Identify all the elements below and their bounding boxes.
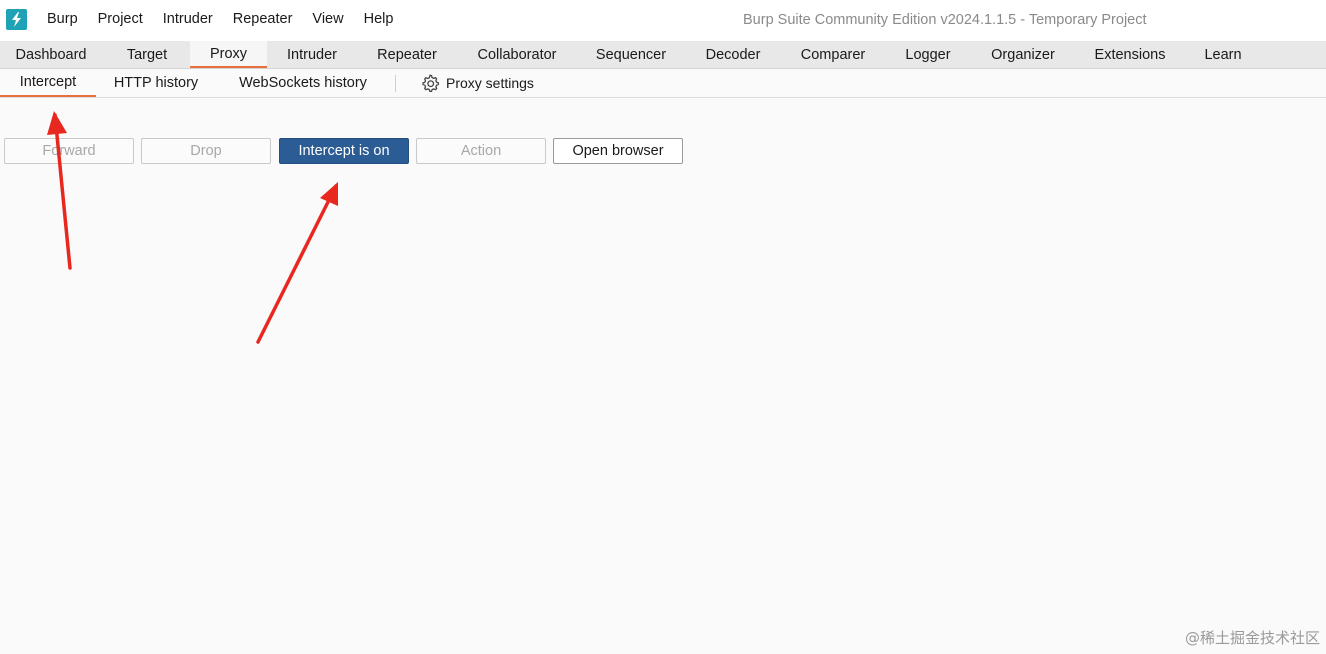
menu-project[interactable]: Project — [98, 11, 143, 27]
action-button[interactable]: Action — [416, 138, 546, 164]
annotation-arrows — [47, 111, 338, 344]
tab-collaborator[interactable]: Collaborator — [465, 41, 569, 68]
intercept-toggle-button[interactable]: Intercept is on — [279, 138, 409, 164]
window-title: Burp Suite Community Edition v2024.1.1.5… — [743, 12, 1147, 28]
menu-view[interactable]: View — [312, 11, 343, 27]
menu-burp[interactable]: Burp — [47, 11, 78, 27]
tab-repeater[interactable]: Repeater — [362, 41, 452, 68]
tab-logger[interactable]: Logger — [893, 41, 963, 68]
subtab-websockets-history[interactable]: WebSockets history — [228, 69, 378, 97]
watermark: @稀土掘金技术社区 — [1184, 629, 1320, 647]
tab-sequencer[interactable]: Sequencer — [585, 41, 677, 68]
open-browser-button[interactable]: Open browser — [553, 138, 683, 164]
tab-learn[interactable]: Learn — [1195, 41, 1251, 68]
proxy-settings-button[interactable]: Proxy settings — [420, 69, 534, 97]
drop-button[interactable]: Drop — [141, 138, 271, 164]
menu-intruder[interactable]: Intruder — [163, 11, 213, 27]
main-menu: Burp Project Intruder Repeater View Help — [47, 11, 393, 27]
proxy-sub-tab-bar: Intercept HTTP history WebSockets histor… — [0, 69, 1326, 98]
proxy-settings-label: Proxy settings — [446, 75, 534, 91]
tab-dashboard[interactable]: Dashboard — [0, 41, 102, 68]
tab-target[interactable]: Target — [102, 41, 192, 68]
arrow-to-intercept-button — [256, 182, 338, 344]
menu-help[interactable]: Help — [364, 11, 394, 27]
tab-extensions[interactable]: Extensions — [1083, 41, 1177, 68]
tab-intruder[interactable]: Intruder — [270, 41, 354, 68]
forward-button[interactable]: Forward — [4, 138, 134, 164]
subtab-http-history[interactable]: HTTP history — [104, 69, 208, 97]
burp-lightning-icon — [6, 9, 27, 30]
tab-comparer[interactable]: Comparer — [790, 41, 876, 68]
subtab-intercept[interactable]: Intercept — [0, 69, 96, 97]
sub-tab-divider — [395, 75, 396, 92]
tab-decoder[interactable]: Decoder — [693, 41, 773, 68]
tab-proxy[interactable]: Proxy — [190, 41, 267, 68]
arrow-to-intercept-tab — [47, 111, 72, 270]
main-tab-bar: Dashboard Target Proxy Intruder Repeater… — [0, 41, 1326, 69]
menu-bar: Burp Project Intruder Repeater View Help… — [0, 0, 1326, 41]
tab-organizer[interactable]: Organizer — [980, 41, 1066, 68]
menu-repeater[interactable]: Repeater — [233, 11, 293, 27]
gear-icon — [422, 74, 440, 93]
